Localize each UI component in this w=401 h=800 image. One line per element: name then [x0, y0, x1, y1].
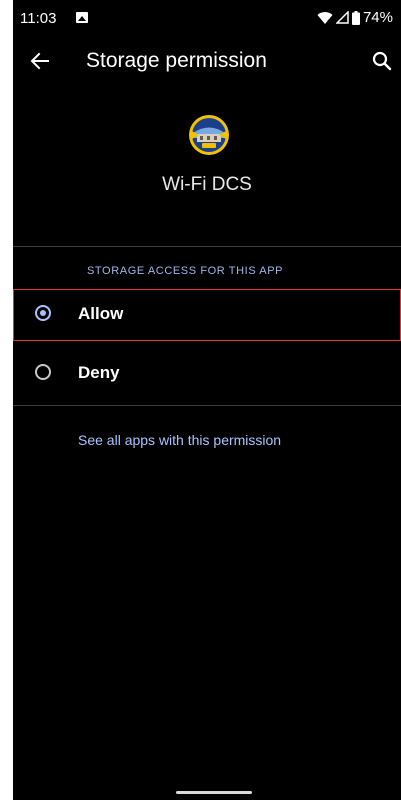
page-title: Storage permission [86, 49, 267, 72]
home-indicator[interactable] [176, 791, 252, 794]
allow-label: Allow [78, 304, 124, 323]
deny-radio[interactable] [35, 364, 51, 380]
allow-radio[interactable] [35, 305, 51, 321]
battery-icon [351, 10, 360, 25]
deny-label: Deny [78, 363, 120, 382]
phone-screen: 11:03 74% Storage permission Wi-Fi DCS S… [13, 0, 401, 800]
see-all-apps-link[interactable]: See all apps with this permission [78, 432, 281, 448]
app-bar: Storage permission [13, 36, 401, 86]
section-label: STORAGE ACCESS FOR THIS APP [87, 265, 284, 277]
app-name: Wi-Fi DCS [162, 174, 252, 195]
battery-percent: 74% [362, 9, 393, 26]
notification-icon [76, 12, 88, 23]
search-icon[interactable] [369, 48, 395, 74]
back-arrow-icon[interactable] [27, 48, 53, 74]
deny-option[interactable]: Deny [13, 348, 401, 400]
status-time: 11:03 [20, 10, 57, 27]
status-icons: 74% [317, 9, 393, 26]
allow-option[interactable]: Allow [13, 289, 401, 341]
signal-icon [335, 11, 349, 24]
wifi-icon [317, 11, 333, 25]
divider [13, 405, 401, 406]
app-logo-icon [188, 114, 230, 156]
divider [13, 246, 401, 247]
status-bar: 11:03 74% [13, 0, 401, 36]
